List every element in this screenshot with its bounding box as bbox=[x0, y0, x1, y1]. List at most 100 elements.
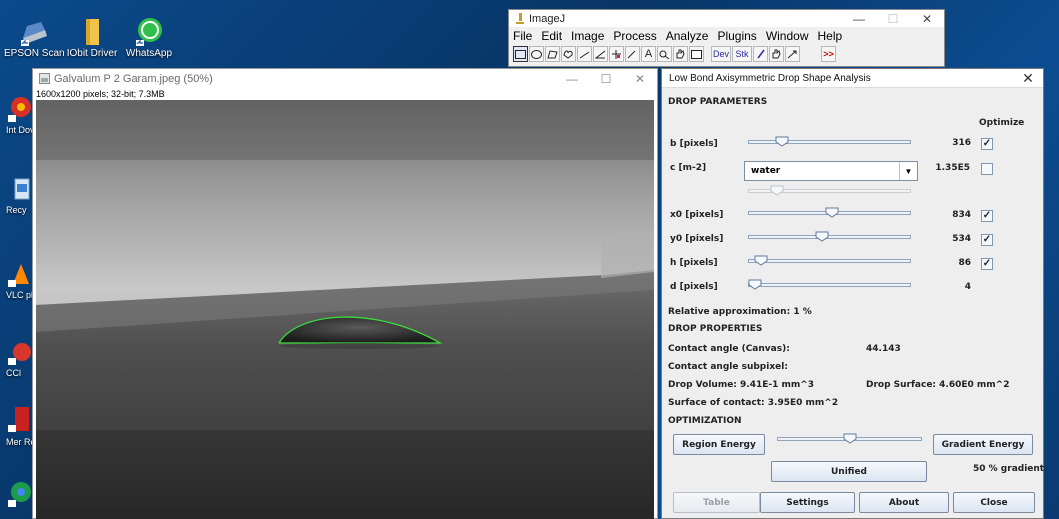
slider-thumb[interactable] bbox=[815, 231, 829, 242]
optimization-header: OPTIMIZATION bbox=[668, 416, 742, 426]
x0-optimize-checkbox[interactable]: ✓ bbox=[981, 210, 993, 222]
y0-label: y0 [pixels] bbox=[670, 234, 724, 244]
y0-optimize-checkbox[interactable]: ✓ bbox=[981, 234, 993, 246]
droplet-photo bbox=[36, 100, 654, 519]
slider-thumb[interactable] bbox=[754, 255, 768, 266]
maximize-button[interactable]: ☐ bbox=[589, 70, 623, 87]
dev-tool-icon[interactable]: Dev bbox=[711, 46, 731, 62]
slider-thumb[interactable] bbox=[748, 279, 762, 290]
more-tools-icon[interactable]: >> bbox=[821, 46, 836, 62]
polygon-tool-icon[interactable] bbox=[545, 46, 560, 62]
h-label: h [pixels] bbox=[670, 258, 718, 268]
h-slider[interactable] bbox=[748, 255, 911, 266]
menu-process[interactable]: Process bbox=[613, 29, 656, 43]
angle-tool-icon[interactable] bbox=[593, 46, 608, 62]
desktop-icon-mendeley[interactable]: Mer Refe bbox=[6, 405, 43, 447]
dialog-title-bar: Low Bond Axisymmetric Drop Shape Analysi… bbox=[662, 69, 1043, 88]
settings-button[interactable]: Settings bbox=[760, 492, 855, 513]
c-slider[interactable] bbox=[748, 185, 911, 196]
menu-help[interactable]: Help bbox=[818, 29, 843, 43]
desktop-icon-label: Recy bbox=[6, 205, 27, 215]
unified-button[interactable]: Unified bbox=[771, 461, 927, 482]
image-window-title: Galvalum P 2 Garam.jpeg (50%) bbox=[54, 72, 213, 85]
close-button[interactable]: ✕ bbox=[623, 70, 657, 87]
magnifier-tool-icon[interactable] bbox=[657, 46, 672, 62]
desktop-icon-recycle-bin[interactable]: Recy bbox=[6, 175, 32, 215]
point-tool-icon[interactable] bbox=[609, 46, 624, 62]
close-button[interactable]: ✕ bbox=[910, 10, 944, 27]
b-slider[interactable] bbox=[748, 136, 911, 147]
hand-tool-icon[interactable] bbox=[673, 46, 688, 62]
flood-fill-icon[interactable] bbox=[769, 46, 784, 62]
c-label: c [m-2] bbox=[670, 163, 707, 173]
desktop-icon-label: VLC pl bbox=[6, 290, 34, 300]
table-button[interactable]: Table bbox=[673, 492, 760, 513]
line-tool-icon[interactable] bbox=[577, 46, 592, 62]
desktop-icon-vlc[interactable]: VLC pl bbox=[6, 262, 34, 300]
x0-value: 834 bbox=[952, 210, 971, 220]
desktop-icon-internet-download[interactable]: Int Dov bbox=[6, 95, 35, 135]
more-tools-label: >> bbox=[823, 49, 834, 59]
chevron-down-icon[interactable]: ▼ bbox=[899, 162, 917, 180]
folder-icon bbox=[86, 19, 99, 45]
minimize-button[interactable]: — bbox=[842, 10, 876, 27]
about-button[interactable]: About bbox=[859, 492, 949, 513]
dialog-title: Low Bond Axisymmetric Drop Shape Analysi… bbox=[669, 72, 871, 84]
slider-thumb[interactable] bbox=[825, 207, 839, 218]
menu-window[interactable]: Window bbox=[766, 29, 809, 43]
relative-approximation: Relative approximation: 1 % bbox=[668, 307, 812, 317]
x0-slider[interactable] bbox=[748, 207, 911, 218]
d-slider[interactable] bbox=[748, 279, 911, 290]
stk-tool-label: Stk bbox=[735, 49, 749, 59]
brush-tool-icon[interactable] bbox=[753, 46, 768, 62]
vlc-icon bbox=[8, 264, 29, 287]
stack-tool-icon[interactable]: Stk bbox=[732, 46, 752, 62]
chrome-icon bbox=[8, 97, 31, 122]
menu-edit[interactable]: Edit bbox=[541, 29, 562, 43]
dialog-close-icon[interactable]: ✕ bbox=[1013, 70, 1043, 87]
oval-tool-icon[interactable] bbox=[529, 46, 544, 62]
maximize-button[interactable]: ☐ bbox=[876, 10, 910, 27]
desktop-icon-chrome[interactable] bbox=[6, 478, 32, 510]
wand-tool-icon[interactable] bbox=[625, 46, 640, 62]
minimize-button[interactable]: — bbox=[555, 70, 589, 87]
desktop-icon-epson-scan[interactable]: EPSON Scan bbox=[4, 16, 65, 59]
slider-thumb[interactable] bbox=[843, 433, 857, 444]
menu-image[interactable]: Image bbox=[571, 29, 604, 43]
menu-analyze[interactable]: Analyze bbox=[666, 29, 709, 43]
color-picker-icon[interactable] bbox=[689, 46, 704, 62]
rectangle-tool-icon[interactable] bbox=[513, 46, 528, 62]
menu-plugins[interactable]: Plugins bbox=[717, 29, 756, 43]
slider-thumb[interactable] bbox=[770, 185, 784, 196]
contact-angle-canvas-value: 44.143 bbox=[866, 344, 901, 354]
freehand-tool-icon[interactable] bbox=[561, 46, 576, 62]
ccleaner-icon bbox=[8, 343, 31, 365]
energy-balance-slider[interactable] bbox=[777, 433, 922, 444]
desktop-icon-iobit-driver[interactable]: IObit Driver bbox=[64, 16, 120, 59]
arrow-tool-icon[interactable] bbox=[785, 46, 800, 62]
gradient-percentage: 50 % gradient bbox=[973, 464, 1045, 474]
fluid-select[interactable]: water ▼ bbox=[744, 161, 918, 181]
optimize-header: Optimize bbox=[979, 118, 1025, 128]
imagej-microscope-icon bbox=[516, 12, 524, 24]
gradient-energy-button[interactable]: Gradient Energy bbox=[933, 434, 1033, 455]
desktop-icon-whatsapp[interactable]: WhatsApp bbox=[120, 16, 178, 59]
h-optimize-checkbox[interactable]: ✓ bbox=[981, 258, 993, 270]
image-file-icon bbox=[39, 73, 50, 84]
fluid-select-value: water bbox=[751, 166, 781, 176]
slider-thumb[interactable] bbox=[775, 136, 789, 147]
image-canvas[interactable] bbox=[36, 100, 654, 519]
b-optimize-checkbox[interactable]: ✓ bbox=[981, 138, 993, 150]
surface-of-contact: Surface of contact: 3.95E0 mm^2 bbox=[668, 398, 839, 408]
region-energy-button[interactable]: Region Energy bbox=[673, 434, 765, 455]
y0-slider[interactable] bbox=[748, 231, 911, 242]
desktop-icon-ccleaner[interactable]: CCl bbox=[6, 340, 32, 378]
text-tool-icon[interactable]: A bbox=[641, 46, 656, 62]
close-button[interactable]: Close bbox=[953, 492, 1035, 513]
whatsapp-icon bbox=[136, 18, 162, 46]
menu-file[interactable]: File bbox=[513, 29, 532, 43]
c-optimize-checkbox[interactable] bbox=[981, 163, 993, 175]
image-window: Galvalum P 2 Garam.jpeg (50%) — ☐ ✕ 1600… bbox=[32, 68, 658, 519]
y0-value: 534 bbox=[952, 234, 971, 244]
drop-volume: Drop Volume: 9.41E-1 mm^3 bbox=[668, 380, 815, 390]
